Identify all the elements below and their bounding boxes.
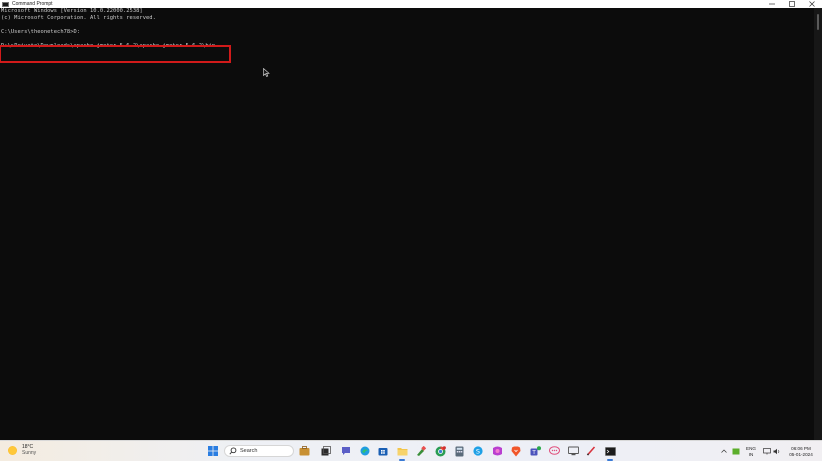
scrollbar-thumb[interactable] xyxy=(817,14,819,30)
taskbar: 18°C Sunny Search S T ENG IN 06:06 PM 05… xyxy=(0,440,822,461)
search-label: Search xyxy=(240,448,258,454)
paint-icon[interactable] xyxy=(415,445,427,457)
clock-date: 05-01-2024 xyxy=(789,451,813,457)
chrome-icon[interactable] xyxy=(434,445,446,457)
store-icon[interactable] xyxy=(377,445,389,457)
minimize-button[interactable] xyxy=(762,0,782,8)
language-line1: ENG xyxy=(746,446,756,451)
minimize-icon xyxy=(769,3,775,5)
sun-icon xyxy=(8,445,17,455)
highlight-annotation xyxy=(0,45,231,63)
mouse-cursor-icon xyxy=(263,62,270,81)
chevron-up-icon[interactable] xyxy=(720,445,728,457)
active-indicator xyxy=(399,459,405,461)
close-icon xyxy=(809,1,815,7)
language-line2: IN xyxy=(748,451,754,457)
briefcase-icon[interactable] xyxy=(298,445,310,457)
nvidia-tray-icon[interactable] xyxy=(731,445,740,457)
file-explorer-icon[interactable] xyxy=(396,445,408,457)
volume-icon[interactable] xyxy=(772,445,781,457)
title-bar: Command Prompt xyxy=(0,0,822,8)
skype-icon[interactable]: S xyxy=(472,445,484,457)
brave-icon[interactable] xyxy=(510,445,522,457)
remote-desktop-icon[interactable] xyxy=(567,445,579,457)
close-button[interactable] xyxy=(802,0,822,8)
search-icon xyxy=(229,447,237,455)
window-title: Command Prompt xyxy=(12,1,53,7)
chat-icon[interactable] xyxy=(340,445,352,457)
network-icon[interactable] xyxy=(762,445,771,457)
feedback-icon[interactable] xyxy=(548,445,560,457)
calculator-icon[interactable] xyxy=(453,445,465,457)
language-indicator[interactable]: ENG IN xyxy=(744,446,758,457)
edge-icon[interactable] xyxy=(359,445,371,457)
pen-icon[interactable] xyxy=(585,445,597,457)
maximize-icon xyxy=(789,1,795,7)
svg-text:S: S xyxy=(476,447,480,455)
vertical-scrollbar[interactable] xyxy=(814,8,822,440)
windows-start-icon[interactable] xyxy=(207,445,219,457)
console-output[interactable]: Microsoft Windows [Version 10.0.22000.25… xyxy=(0,8,814,440)
weather-condition: Sunny xyxy=(22,450,37,456)
task-view-icon[interactable] xyxy=(320,445,332,457)
photos-icon[interactable] xyxy=(491,445,503,457)
command-prompt-taskbar-icon[interactable] xyxy=(604,445,616,457)
teams-icon[interactable]: T xyxy=(529,445,541,457)
clock-time: 06:06 PM xyxy=(791,446,811,451)
console-line: (c) Microsoft Corporation. All rights re… xyxy=(1,15,156,21)
console-line: Microsoft Windows [Version 10.0.22000.25… xyxy=(1,8,143,14)
taskbar-search[interactable]: Search xyxy=(224,445,294,457)
active-indicator xyxy=(607,459,613,461)
svg-text:T: T xyxy=(531,450,536,456)
weather-widget[interactable]: 18°C Sunny xyxy=(8,444,36,456)
maximize-button[interactable] xyxy=(782,0,802,8)
console-line: C:\Users\theonetech78>D: xyxy=(1,29,81,35)
clock[interactable]: 06:06 PM 05-01-2024 xyxy=(783,446,819,457)
command-prompt-icon xyxy=(2,1,9,7)
